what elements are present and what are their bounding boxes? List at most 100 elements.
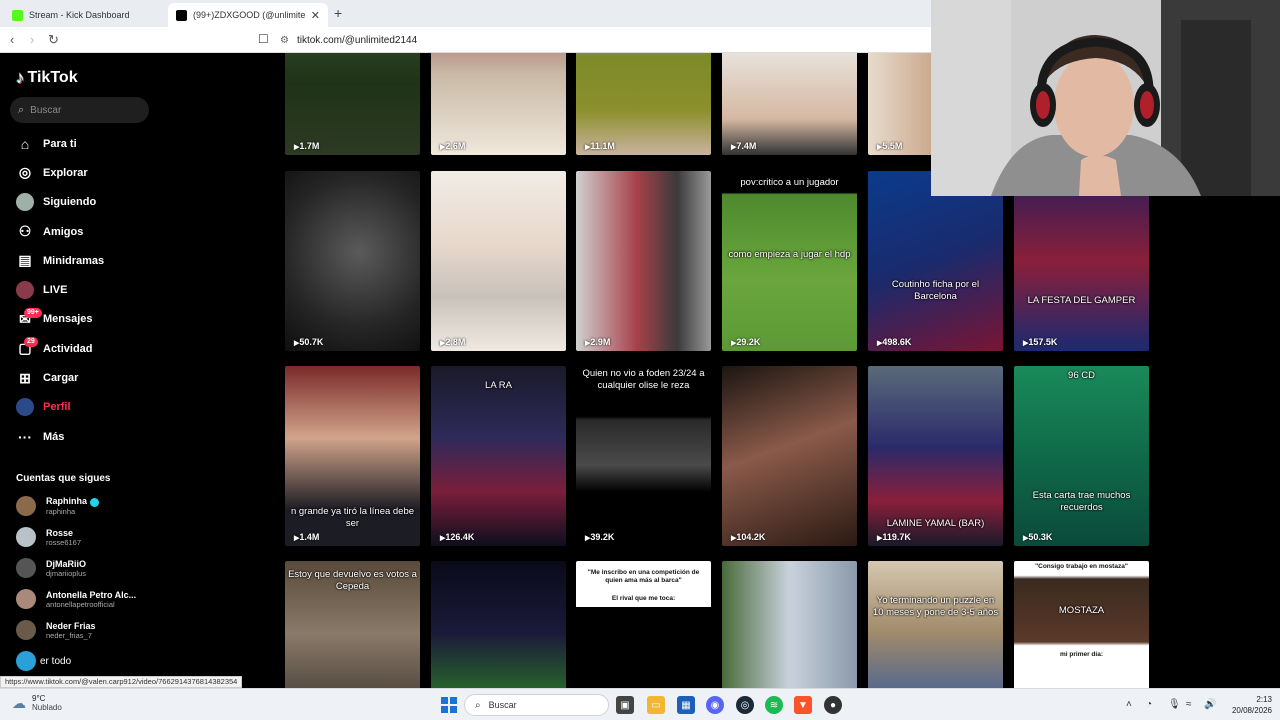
view-count: 2.9M xyxy=(585,337,610,347)
spotify-icon[interactable]: ≋ xyxy=(765,696,783,714)
search-input[interactable] xyxy=(30,104,131,116)
search-icon: ⌕ xyxy=(18,103,25,116)
back-arrow-icon[interactable]: ‹ xyxy=(10,32,14,47)
bookmark-icon[interactable]: ☐ xyxy=(258,32,269,46)
sidebar-item-siguiendo[interactable]: Siguiendo xyxy=(0,188,160,217)
video-card[interactable] xyxy=(722,561,857,688)
see-all-link[interactable]: er todo xyxy=(16,651,71,671)
compass-icon: ◎ xyxy=(18,164,32,181)
view-count: 5.5M xyxy=(877,141,902,151)
video-card[interactable]: 2.6M xyxy=(431,53,566,155)
video-card[interactable]: 104.2K xyxy=(722,366,857,546)
network-tray-icon[interactable]: ◔ xyxy=(1146,699,1152,710)
video-card[interactable]: pov:critico a un jugador como empieza a j… xyxy=(722,171,857,351)
sidebar-item-minidramas[interactable]: ▤ Minidramas xyxy=(0,246,160,275)
video-card[interactable]: Estoy que devuelvo es votos a Cepeda xyxy=(285,561,420,688)
avatar xyxy=(16,620,36,640)
microphone-icon[interactable]: 🎙 xyxy=(1168,699,1181,710)
following-account[interactable]: Neder Frias neder_frias_7 xyxy=(16,620,96,640)
following-account[interactable]: Antonella Petro Alc... antonellapetrooffi… xyxy=(16,589,136,609)
forward-arrow-icon[interactable]: › xyxy=(30,32,34,47)
video-caption-overlay: Quien no vio a foden 23/24 a cualquier o… xyxy=(582,368,705,391)
video-card[interactable]: 2.8M xyxy=(431,171,566,351)
plus-icon[interactable]: + xyxy=(334,5,342,21)
tab-label: (99+)ZDXGOOD (@unlimited2144 xyxy=(193,10,305,20)
sidebar-item-label: Mensajes xyxy=(43,313,93,326)
file-explorer-icon[interactable]: ▭ xyxy=(647,696,665,714)
video-card[interactable]: 2.9M xyxy=(576,171,711,351)
temperature: 9°C xyxy=(32,694,46,703)
sidebar-item-actividad[interactable]: ▢ Actividad 29 xyxy=(0,334,160,363)
chevron-up-icon[interactable]: ˄ xyxy=(1126,699,1132,710)
notification-badge: 29 xyxy=(24,337,38,348)
video-card[interactable]: Coutinho ficha por el Barcelona 498.6K xyxy=(868,171,1003,351)
taskbar-search[interactable]: ⌕ Buscar xyxy=(464,694,609,716)
video-card[interactable]: "Me inscribo en una competición de quien… xyxy=(576,561,711,688)
discord-icon[interactable]: ◉ xyxy=(706,696,724,714)
steam-icon[interactable]: ◎ xyxy=(736,696,754,714)
sidebar-item-label: Perfil xyxy=(43,401,71,414)
volume-icon[interactable]: 🔊 xyxy=(1204,699,1216,710)
sidebar-item-más[interactable]: ··· Más xyxy=(0,422,160,451)
video-card[interactable] xyxy=(431,561,566,688)
view-count: 50.3K xyxy=(1023,532,1052,542)
following-account[interactable]: Raphinha raphinha xyxy=(16,496,100,516)
video-card[interactable]: Esta carta trae muchos recuerdos 96 CD 50.… xyxy=(1014,366,1149,546)
sidebar-item-label: Para ti xyxy=(43,137,77,150)
tab-tiktok-profile[interactable]: (99+)ZDXGOOD (@unlimited2144 ✕ xyxy=(168,3,328,27)
task-view-icon[interactable]: ▣ xyxy=(616,696,634,714)
tab-kick-dashboard[interactable]: Stream - Kick Dashboard xyxy=(4,3,164,27)
sidebar-item-live[interactable]: LIVE xyxy=(0,275,160,304)
address-bar[interactable]: ⚙ tiktok.com/@unlimited2144 xyxy=(280,31,920,49)
account-name: Raphinha xyxy=(46,496,88,507)
account-name: Neder Frias xyxy=(46,620,96,631)
video-card[interactable]: LA FESTA DEL GAMPER 157.5K xyxy=(1014,171,1149,351)
account-name: DjMaRiiO xyxy=(46,558,87,569)
video-caption-overlay: Estoy que devuelvo es votos a Cepeda xyxy=(288,569,417,592)
reload-icon[interactable]: ↻ xyxy=(48,32,59,48)
avatar xyxy=(16,589,36,609)
video-card[interactable]: "Consigo trabajo en mostaza" MOSTAZA mi pr… xyxy=(1014,561,1149,688)
video-card[interactable]: 7.4M xyxy=(722,53,857,155)
wifi-icon[interactable]: ≈ xyxy=(1186,699,1192,710)
video-card[interactable]: n grande ya tiró la línea debe ser 1.4M xyxy=(285,366,420,546)
tiktok-logo[interactable]: ♪ TikTok xyxy=(16,68,78,88)
sidebar-item-mensajes[interactable]: ✉ Mensajes 99+ xyxy=(0,305,160,334)
sidebar-item-para-ti[interactable]: ⌂ Para ti xyxy=(0,129,160,158)
sidebar-item-label: Cargar xyxy=(43,372,79,385)
store-icon[interactable]: ▦ xyxy=(677,696,695,714)
clock[interactable]: 2:13 20/08/2026 xyxy=(1222,694,1272,716)
avatar xyxy=(16,496,36,516)
kick-favicon-icon xyxy=(12,9,23,21)
film-icon: ▤ xyxy=(18,252,32,269)
video-card[interactable]: LA RA 126.4K xyxy=(431,366,566,546)
video-caption-overlay: pov:critico a un jugador xyxy=(740,177,839,188)
video-card[interactable]: 11.1M xyxy=(576,53,711,155)
sidebar-item-amigos[interactable]: ⚇ Amigos xyxy=(0,217,160,246)
search-box[interactable]: ⌕ xyxy=(10,97,149,123)
view-count: 498.6K xyxy=(877,337,911,347)
video-card[interactable]: 1.7M xyxy=(285,53,420,155)
windows-start-icon[interactable] xyxy=(440,696,458,714)
sidebar-item-perfil[interactable]: Perfil xyxy=(0,393,160,422)
obs-icon[interactable]: ● xyxy=(824,696,842,714)
video-card[interactable]: 50.7K xyxy=(285,171,420,351)
close-icon[interactable]: ✕ xyxy=(311,9,320,22)
video-card[interactable]: Quien no vio a foden 23/24 a cualquier o… xyxy=(576,366,711,546)
sidebar-item-label: LIVE xyxy=(43,284,68,297)
tiktok-note-icon: ♪ xyxy=(16,68,25,87)
account-handle: antonellapetroofficial xyxy=(46,599,115,609)
video-card[interactable]: LAMINE YAMAL (BAR) 119.7K xyxy=(868,366,1003,546)
video-caption-overlay: "Consigo trabajo en mostaza" xyxy=(1035,563,1128,570)
sidebar-item-explorar[interactable]: ◎ Explorar xyxy=(0,158,160,187)
account-handle: rosse6167 xyxy=(46,537,82,547)
video-card[interactable]: Yo terminando un puzzle en 10 meses y po… xyxy=(868,561,1003,688)
following-account[interactable]: DjMaRiiO djmariioplus xyxy=(16,558,86,578)
sidebar-item-cargar[interactable]: ⊞ Cargar xyxy=(0,363,160,392)
site-info-icon[interactable]: ⚙ xyxy=(280,35,289,46)
weather-widget[interactable]: ☁ 9°C Nublado xyxy=(12,694,62,712)
webcam-overlay xyxy=(931,0,1280,196)
brave-browser-icon[interactable]: ▼ xyxy=(794,696,812,714)
view-count: 29.2K xyxy=(731,337,760,347)
following-account[interactable]: Rosse rosse6167 xyxy=(16,527,81,547)
